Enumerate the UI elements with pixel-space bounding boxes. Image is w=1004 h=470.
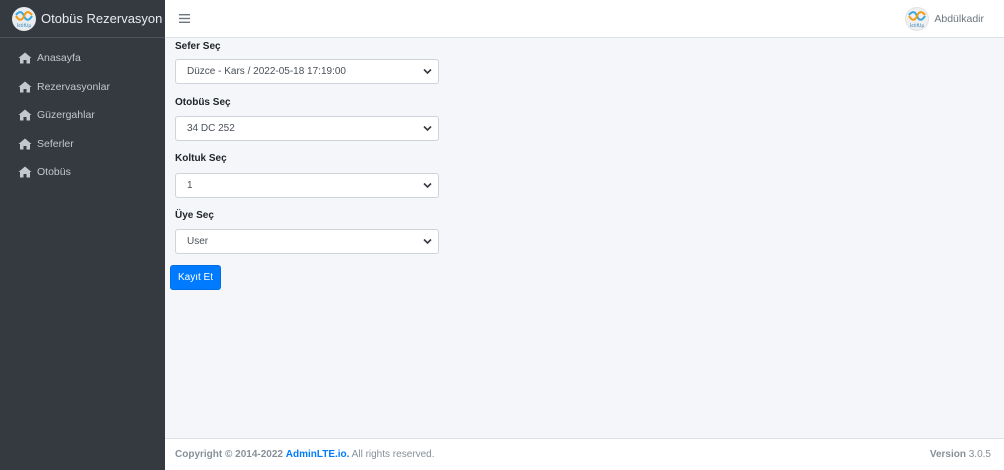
sidebar-item-label: Otobüs	[37, 166, 71, 179]
user-avatar-icon: İstifUp	[905, 7, 930, 31]
chevron-down-icon	[423, 125, 432, 132]
chevron-down-icon	[423, 182, 432, 189]
home-icon	[18, 138, 32, 150]
koltuk-select-value: 1	[187, 180, 193, 191]
main-content: Sefer Seç Düzce - Kars / 2022-05-18 17:1…	[165, 38, 1004, 438]
sidebar-item-anasayfa[interactable]: Anasayfa	[0, 44, 165, 73]
svg-text:İstifUp: İstifUp	[910, 22, 925, 29]
uye-select-value: User	[187, 236, 209, 247]
sefer-select[interactable]: Düzce - Kars / 2022-05-18 17:19:00	[175, 59, 439, 84]
chevron-down-icon	[423, 238, 432, 245]
chevron-down-icon	[423, 68, 432, 75]
sidebar-item-label: Güzergahlar	[37, 109, 95, 122]
version-value: 3.0.5	[968, 449, 991, 460]
version-label: Version	[929, 449, 966, 460]
otobus-select[interactable]: 34 DC 252	[175, 116, 439, 141]
form-group-sefer: Sefer Seç Düzce - Kars / 2022-05-18 17:1…	[175, 41, 439, 84]
submit-button[interactable]: Kayıt Et	[170, 265, 221, 290]
home-icon	[18, 52, 32, 64]
rights-text: All rights reserved.	[349, 449, 435, 460]
sefer-select-value: Düzce - Kars / 2022-05-18 17:19:00	[187, 66, 346, 77]
svg-text:İstifUp: İstifUp	[17, 22, 32, 29]
hamburger-icon[interactable]	[179, 11, 190, 26]
brand-logo-icon: İstifUp	[12, 6, 36, 31]
sidebar-item-label: Rezervasyonlar	[37, 80, 110, 93]
otobus-label: Otobüs Seç	[175, 97, 231, 108]
sidebar-item-rezervasyonlar[interactable]: Rezervasyonlar	[0, 73, 165, 102]
footer: Copyright © 2014-2022 AdminLTE.io. All r…	[165, 438, 1004, 470]
form-group-otobus: Otobüs Seç 34 DC 252	[175, 97, 439, 141]
user-name: Abdülkadir	[934, 13, 984, 25]
version-info: Version 3.0.5	[930, 449, 991, 460]
sidebar-item-guzergahlar[interactable]: Güzergahlar	[0, 101, 165, 130]
uye-label: Üye Seç	[175, 210, 214, 221]
brand-title: Otobüs Rezervasyon	[41, 11, 163, 26]
sidebar-item-label: Seferler	[37, 137, 74, 150]
uye-select[interactable]: User	[175, 229, 439, 254]
user-menu[interactable]: İstifUp Abdülkadir	[905, 7, 984, 31]
sefer-label: Sefer Seç	[175, 41, 221, 52]
form-group-uye: Üye Seç User	[175, 210, 439, 254]
sidebar-item-label: Anasayfa	[37, 52, 81, 65]
top-navbar: İstifUp Abdülkadir	[165, 0, 1004, 38]
home-icon	[18, 166, 32, 178]
adminlte-link[interactable]: AdminLTE.io.	[286, 449, 350, 460]
sidebar-item-seferler[interactable]: Seferler	[0, 130, 165, 159]
copyright-text: Copyright © 2014-2022	[175, 449, 286, 460]
sidebar: İstifUp Otobüs Rezervasyon Anasayfa Reze…	[0, 0, 165, 470]
home-icon	[18, 109, 32, 121]
koltuk-select[interactable]: 1	[175, 173, 439, 198]
otobus-select-value: 34 DC 252	[187, 123, 235, 134]
koltuk-label: Koltuk Seç	[175, 153, 227, 164]
sidebar-nav: Anasayfa Rezervasyonlar Güzergahlar Sefe…	[0, 38, 165, 187]
sidebar-item-otobus[interactable]: Otobüs	[0, 158, 165, 187]
form-group-koltuk: Koltuk Seç 1	[175, 153, 439, 198]
home-icon	[18, 81, 32, 93]
brand-link[interactable]: İstifUp Otobüs Rezervasyon	[0, 0, 165, 38]
